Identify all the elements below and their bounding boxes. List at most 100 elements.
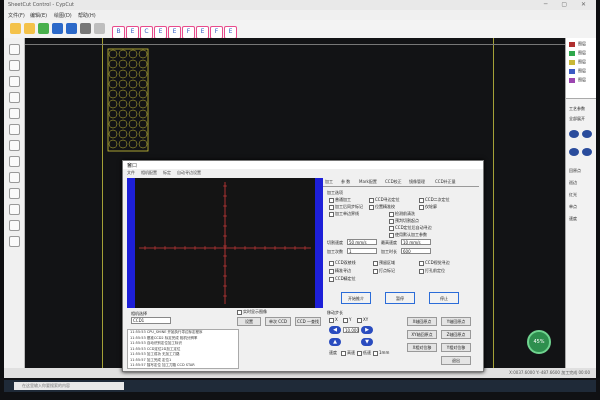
arrow-up-icon[interactable]: ▲ [329,338,341,346]
count-input[interactable]: 1 [347,248,377,254]
duration-input[interactable]: 600 [401,248,431,254]
speed-high[interactable]: 高速 [341,350,355,356]
nested-part[interactable] [138,89,148,99]
step-input[interactable]: 10.000 [343,327,359,333]
panel-item[interactable]: 单点 [569,204,577,210]
start-button[interactable]: 开始推介 [341,292,371,304]
panel-item[interactable]: 全部展开 [569,116,585,122]
layer-swatch[interactable] [569,51,575,56]
rect-tool-icon[interactable] [9,108,20,119]
play-icon[interactable] [38,23,49,34]
nested-part[interactable] [118,59,128,69]
lead-tool-icon[interactable] [9,204,20,215]
nested-part[interactable] [128,119,138,129]
circle-tool-icon[interactable] [9,92,20,103]
tool-icon[interactable] [94,23,105,34]
layer-swatch[interactable] [569,60,575,65]
tab-process[interactable]: 加工 [325,179,333,185]
option-sync-mark[interactable]: 加工后同步标记 [329,204,363,210]
ccd-find-button[interactable]: CCD 一查找 [295,317,321,326]
realtime-checkbox[interactable]: 实时显示图像 [237,309,267,315]
option-single-border[interactable]: 加工单边界线 [329,211,359,217]
compensate-tool-icon[interactable] [9,220,20,231]
nested-part[interactable] [138,79,148,89]
speed-1mm[interactable]: 1mm [373,350,389,356]
nested-part[interactable] [138,59,148,69]
layer-swatch[interactable] [569,78,575,83]
nested-part[interactable] [128,89,138,99]
nested-part[interactable] [108,99,118,109]
panel-item[interactable]: 巡边 [569,180,577,186]
camera-setup-button[interactable]: 设置 [237,317,261,326]
nested-part[interactable] [138,99,148,109]
y-home-button[interactable]: Y轴回原点 [441,317,471,326]
cut-speed-input[interactable]: 50 mm/s [347,239,377,245]
nested-part[interactable] [118,69,128,79]
panel-item[interactable]: 速度 [569,216,577,222]
dialog-menu-item[interactable]: 自动寻边设置 [177,170,201,176]
nested-part[interactable] [138,119,148,129]
seg-option[interactable]: CCD精定位 [329,276,356,282]
menu-file[interactable]: 文件(F) [8,12,25,19]
nested-part[interactable] [118,99,128,109]
line-tool-icon[interactable] [9,76,20,87]
select-tool-icon[interactable] [9,44,20,55]
jog-right-icon[interactable] [582,130,592,138]
nested-part[interactable] [118,89,128,99]
speed-low[interactable]: 低速 [357,350,371,356]
panel-item[interactable]: 红光 [569,192,577,198]
nested-part[interactable] [108,119,118,129]
exit-button[interactable]: 退出 [441,356,471,365]
seg-option[interactable]: 打点标记 [373,268,395,274]
arrow-right-icon[interactable]: ▶ [361,326,373,334]
measure-tool-icon[interactable] [9,156,20,167]
option-edge-find[interactable]: CCD寻边定位 [369,197,400,203]
text-tool-icon[interactable] [9,140,20,151]
menu-draw[interactable]: 绘图(D) [54,12,72,19]
menu-edit[interactable]: 编辑(E) [30,12,47,19]
nested-part[interactable] [138,49,148,59]
taskbar-search[interactable]: 在这里输入你要搜索的内容 [14,382,124,390]
tab-ccd-offset[interactable]: CCD补正量 [435,179,456,185]
nested-part[interactable] [108,139,118,149]
panel-item[interactable]: 工艺参数 [569,106,585,112]
arrow-left-icon[interactable]: ◀ [329,326,341,334]
axis-xy-radio[interactable]: XY [357,317,368,323]
panel-item[interactable]: 回原点 [569,168,581,174]
axis-x-radio[interactable]: X [329,317,338,323]
tab-params[interactable]: 参 数 [341,179,350,185]
seg-option[interactable]: CCD双棱线 [329,260,356,266]
xy-home-button[interactable]: XY轴回原点 [407,330,437,339]
nested-part[interactable] [128,49,138,59]
window-controls[interactable]: ─ ▢ ✕ [544,1,592,8]
dialog-menu-item[interactable]: 相机配置 [141,170,157,176]
max-speed-input[interactable]: 10 mm/s [401,239,431,245]
nested-part[interactable] [108,69,118,79]
polygon-tool-icon[interactable] [9,124,20,135]
nested-part[interactable] [108,89,118,99]
nested-part[interactable] [108,129,118,139]
option-clean[interactable]: 检测前清洗 [389,211,415,217]
layer-swatch[interactable] [569,69,575,74]
zoom-tool-icon[interactable] [9,172,20,183]
option-precise[interactable]: 位置精准校 [369,204,395,210]
tab-mark[interactable]: Mark配置 [359,179,377,185]
nested-part[interactable] [108,49,118,59]
tab-ccd-correct[interactable]: CCD校正 [385,179,402,185]
stop-button[interactable]: 停止 [429,292,459,304]
option-second-locate[interactable]: CCD二次定位 [419,197,450,203]
save-icon[interactable] [24,23,35,34]
bridge-tool-icon[interactable] [9,236,20,247]
single-ccd-button[interactable]: 单次 CCD [265,317,291,326]
nested-part[interactable] [138,109,148,119]
option-normal[interactable]: 普通加工 [329,197,351,203]
nested-part[interactable] [128,139,138,149]
nested-part[interactable] [138,129,148,139]
nested-part[interactable] [128,69,138,79]
nested-part[interactable] [118,49,128,59]
tab-mirror[interactable]: 镜像管理 [409,179,425,185]
layer-swatch[interactable] [569,42,575,47]
dialog-menu-item[interactable]: 标定 [163,170,171,176]
log-list[interactable]: 11:55:53 CPU_SHINE 开始执行寻边标定程序 11:55:53 基… [127,329,239,369]
nested-part[interactable] [128,129,138,139]
